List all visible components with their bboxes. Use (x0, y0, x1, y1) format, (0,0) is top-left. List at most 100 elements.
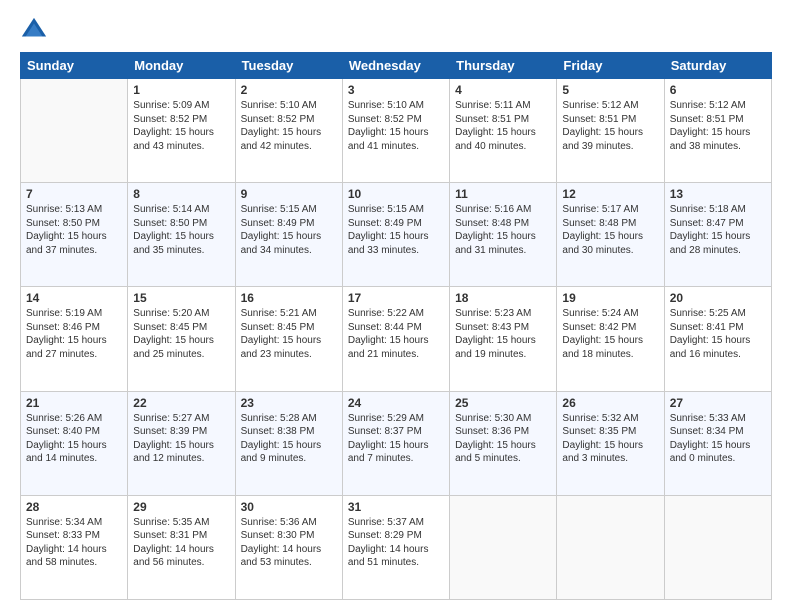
calendar-cell: 23 Sunrise: 5:28 AMSunset: 8:38 PMDaylig… (235, 391, 342, 495)
calendar-cell: 6 Sunrise: 5:12 AMSunset: 8:51 PMDayligh… (664, 79, 771, 183)
day-info: Sunrise: 5:15 AMSunset: 8:49 PMDaylight:… (348, 203, 444, 257)
calendar-cell (21, 79, 128, 183)
calendar-cell: 18 Sunrise: 5:23 AMSunset: 8:43 PMDaylig… (450, 287, 557, 391)
day-number: 8 (133, 187, 229, 201)
day-info: Sunrise: 5:24 AMSunset: 8:42 PMDaylight:… (562, 307, 658, 361)
day-number: 17 (348, 291, 444, 305)
calendar-cell: 28 Sunrise: 5:34 AMSunset: 8:33 PMDaylig… (21, 495, 128, 599)
calendar-week-row: 14 Sunrise: 5:19 AMSunset: 8:46 PMDaylig… (21, 287, 772, 391)
day-info: Sunrise: 5:30 AMSunset: 8:36 PMDaylight:… (455, 412, 551, 466)
day-info: Sunrise: 5:13 AMSunset: 8:50 PMDaylight:… (26, 203, 122, 257)
calendar-cell: 30 Sunrise: 5:36 AMSunset: 8:30 PMDaylig… (235, 495, 342, 599)
day-number: 22 (133, 396, 229, 410)
calendar-cell: 12 Sunrise: 5:17 AMSunset: 8:48 PMDaylig… (557, 183, 664, 287)
day-number: 31 (348, 500, 444, 514)
day-number: 11 (455, 187, 551, 201)
day-info: Sunrise: 5:34 AMSunset: 8:33 PMDaylight:… (26, 516, 122, 570)
calendar-cell: 9 Sunrise: 5:15 AMSunset: 8:49 PMDayligh… (235, 183, 342, 287)
day-number: 21 (26, 396, 122, 410)
day-number: 10 (348, 187, 444, 201)
calendar-cell: 13 Sunrise: 5:18 AMSunset: 8:47 PMDaylig… (664, 183, 771, 287)
calendar-cell: 15 Sunrise: 5:20 AMSunset: 8:45 PMDaylig… (128, 287, 235, 391)
calendar-cell (557, 495, 664, 599)
weekday-header-row: SundayMondayTuesdayWednesdayThursdayFrid… (21, 53, 772, 79)
day-number: 12 (562, 187, 658, 201)
weekday-header-saturday: Saturday (664, 53, 771, 79)
day-number: 3 (348, 83, 444, 97)
day-info: Sunrise: 5:23 AMSunset: 8:43 PMDaylight:… (455, 307, 551, 361)
day-number: 27 (670, 396, 766, 410)
day-number: 26 (562, 396, 658, 410)
day-info: Sunrise: 5:14 AMSunset: 8:50 PMDaylight:… (133, 203, 229, 257)
day-info: Sunrise: 5:12 AMSunset: 8:51 PMDaylight:… (562, 99, 658, 153)
day-info: Sunrise: 5:35 AMSunset: 8:31 PMDaylight:… (133, 516, 229, 570)
day-number: 2 (241, 83, 337, 97)
day-number: 15 (133, 291, 229, 305)
header (20, 16, 772, 44)
day-info: Sunrise: 5:16 AMSunset: 8:48 PMDaylight:… (455, 203, 551, 257)
day-info: Sunrise: 5:21 AMSunset: 8:45 PMDaylight:… (241, 307, 337, 361)
day-info: Sunrise: 5:26 AMSunset: 8:40 PMDaylight:… (26, 412, 122, 466)
calendar-table: SundayMondayTuesdayWednesdayThursdayFrid… (20, 52, 772, 600)
day-info: Sunrise: 5:36 AMSunset: 8:30 PMDaylight:… (241, 516, 337, 570)
calendar-cell: 2 Sunrise: 5:10 AMSunset: 8:52 PMDayligh… (235, 79, 342, 183)
logo (20, 16, 52, 44)
day-number: 28 (26, 500, 122, 514)
day-info: Sunrise: 5:37 AMSunset: 8:29 PMDaylight:… (348, 516, 444, 570)
weekday-header-wednesday: Wednesday (342, 53, 449, 79)
day-number: 7 (26, 187, 122, 201)
calendar-cell: 3 Sunrise: 5:10 AMSunset: 8:52 PMDayligh… (342, 79, 449, 183)
weekday-header-sunday: Sunday (21, 53, 128, 79)
day-info: Sunrise: 5:10 AMSunset: 8:52 PMDaylight:… (348, 99, 444, 153)
day-info: Sunrise: 5:32 AMSunset: 8:35 PMDaylight:… (562, 412, 658, 466)
day-number: 18 (455, 291, 551, 305)
day-number: 30 (241, 500, 337, 514)
day-info: Sunrise: 5:18 AMSunset: 8:47 PMDaylight:… (670, 203, 766, 257)
day-info: Sunrise: 5:22 AMSunset: 8:44 PMDaylight:… (348, 307, 444, 361)
calendar-cell: 24 Sunrise: 5:29 AMSunset: 8:37 PMDaylig… (342, 391, 449, 495)
day-info: Sunrise: 5:11 AMSunset: 8:51 PMDaylight:… (455, 99, 551, 153)
day-number: 24 (348, 396, 444, 410)
day-number: 14 (26, 291, 122, 305)
day-number: 9 (241, 187, 337, 201)
day-info: Sunrise: 5:29 AMSunset: 8:37 PMDaylight:… (348, 412, 444, 466)
weekday-header-tuesday: Tuesday (235, 53, 342, 79)
page: SundayMondayTuesdayWednesdayThursdayFrid… (0, 0, 792, 612)
day-number: 23 (241, 396, 337, 410)
weekday-header-thursday: Thursday (450, 53, 557, 79)
calendar-cell: 29 Sunrise: 5:35 AMSunset: 8:31 PMDaylig… (128, 495, 235, 599)
calendar-cell: 5 Sunrise: 5:12 AMSunset: 8:51 PMDayligh… (557, 79, 664, 183)
weekday-header-monday: Monday (128, 53, 235, 79)
day-info: Sunrise: 5:25 AMSunset: 8:41 PMDaylight:… (670, 307, 766, 361)
day-info: Sunrise: 5:28 AMSunset: 8:38 PMDaylight:… (241, 412, 337, 466)
day-number: 20 (670, 291, 766, 305)
calendar-cell (450, 495, 557, 599)
calendar-cell: 11 Sunrise: 5:16 AMSunset: 8:48 PMDaylig… (450, 183, 557, 287)
calendar-week-row: 21 Sunrise: 5:26 AMSunset: 8:40 PMDaylig… (21, 391, 772, 495)
calendar-cell: 1 Sunrise: 5:09 AMSunset: 8:52 PMDayligh… (128, 79, 235, 183)
day-number: 13 (670, 187, 766, 201)
calendar-cell: 21 Sunrise: 5:26 AMSunset: 8:40 PMDaylig… (21, 391, 128, 495)
calendar-cell: 20 Sunrise: 5:25 AMSunset: 8:41 PMDaylig… (664, 287, 771, 391)
day-info: Sunrise: 5:15 AMSunset: 8:49 PMDaylight:… (241, 203, 337, 257)
calendar-cell: 10 Sunrise: 5:15 AMSunset: 8:49 PMDaylig… (342, 183, 449, 287)
calendar-cell: 27 Sunrise: 5:33 AMSunset: 8:34 PMDaylig… (664, 391, 771, 495)
day-info: Sunrise: 5:19 AMSunset: 8:46 PMDaylight:… (26, 307, 122, 361)
day-number: 29 (133, 500, 229, 514)
day-number: 5 (562, 83, 658, 97)
calendar-cell: 4 Sunrise: 5:11 AMSunset: 8:51 PMDayligh… (450, 79, 557, 183)
day-info: Sunrise: 5:10 AMSunset: 8:52 PMDaylight:… (241, 99, 337, 153)
day-info: Sunrise: 5:27 AMSunset: 8:39 PMDaylight:… (133, 412, 229, 466)
calendar-cell: 22 Sunrise: 5:27 AMSunset: 8:39 PMDaylig… (128, 391, 235, 495)
weekday-header-friday: Friday (557, 53, 664, 79)
calendar-cell: 31 Sunrise: 5:37 AMSunset: 8:29 PMDaylig… (342, 495, 449, 599)
calendar-cell: 19 Sunrise: 5:24 AMSunset: 8:42 PMDaylig… (557, 287, 664, 391)
calendar-cell: 16 Sunrise: 5:21 AMSunset: 8:45 PMDaylig… (235, 287, 342, 391)
day-info: Sunrise: 5:09 AMSunset: 8:52 PMDaylight:… (133, 99, 229, 153)
calendar-cell: 8 Sunrise: 5:14 AMSunset: 8:50 PMDayligh… (128, 183, 235, 287)
day-number: 6 (670, 83, 766, 97)
day-info: Sunrise: 5:12 AMSunset: 8:51 PMDaylight:… (670, 99, 766, 153)
calendar-week-row: 1 Sunrise: 5:09 AMSunset: 8:52 PMDayligh… (21, 79, 772, 183)
day-info: Sunrise: 5:17 AMSunset: 8:48 PMDaylight:… (562, 203, 658, 257)
day-number: 1 (133, 83, 229, 97)
